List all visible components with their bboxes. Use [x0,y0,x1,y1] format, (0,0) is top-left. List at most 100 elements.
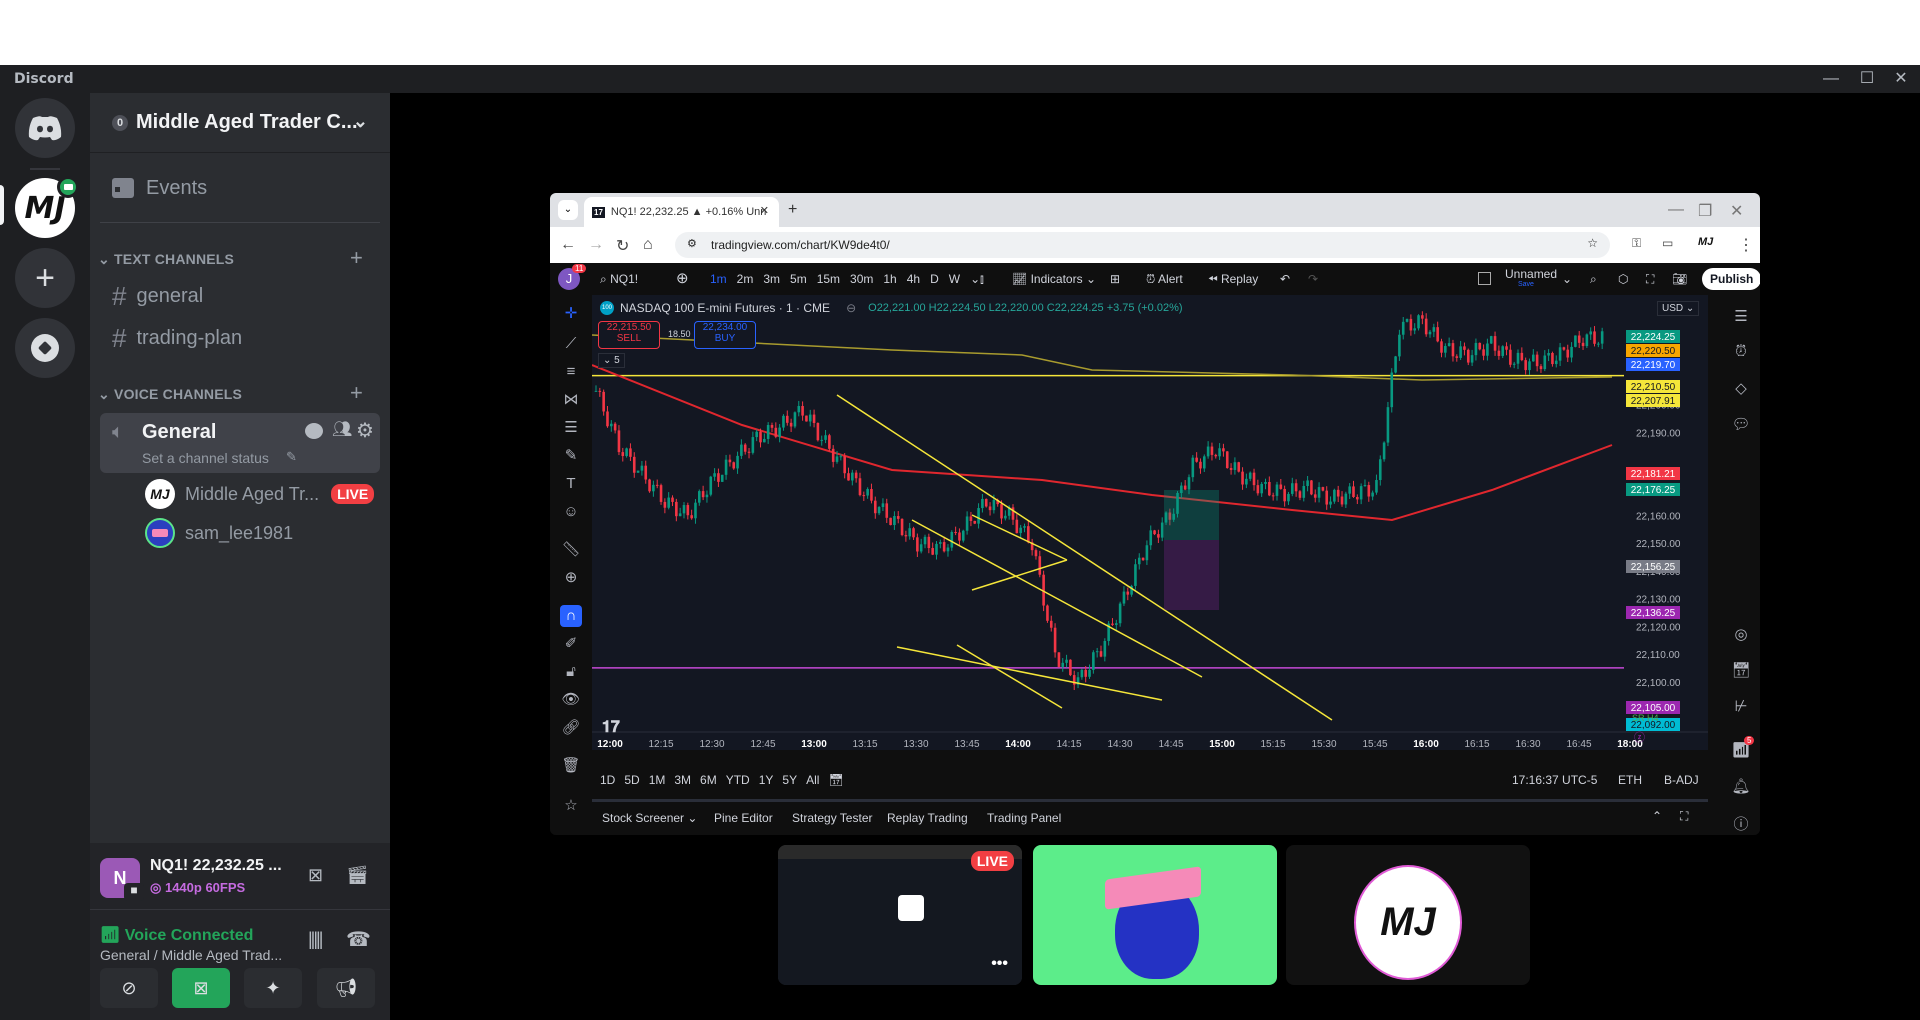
layout-checkbox[interactable] [1478,272,1491,285]
soundboard-button[interactable]: 📢︎ [317,968,375,1008]
alarm-clock-icon[interactable]: ⏰︎ [1730,343,1752,365]
interval-w[interactable]: W [949,272,960,286]
clapperboard-icon[interactable]: 🎬︎ [346,865,369,886]
new-tab-icon[interactable]: + [788,201,797,219]
tab-stock-screener[interactable]: Stock Screener ⌄ [602,811,697,825]
options-chart-icon[interactable]: ⊬ [1730,697,1752,719]
hide-legend-icon[interactable]: ⊖ [846,301,856,315]
category-voice-channels[interactable]: ⌄ VOICE CHANNELS [98,386,242,403]
events-item[interactable]: Events [100,168,380,208]
lock-icon[interactable]: 🔓︎ [560,661,582,683]
invite-user-icon[interactable]: 👥︎ [332,419,352,439]
channel-status-placeholder[interactable]: Set a channel status [142,450,269,466]
restore-icon[interactable]: ❐ [1698,201,1712,221]
chevron-down-icon[interactable]: ⌄ [970,272,980,286]
participant-tile-mj[interactable]: MJ [1286,845,1530,985]
interval-2m[interactable]: 2m [737,272,754,286]
activities-button[interactable]: ✦ [244,968,302,1008]
range-1y[interactable]: 1Y [759,773,774,787]
reload-icon[interactable]: ↻ [616,236,629,256]
interval-5m[interactable]: 5m [790,272,807,286]
participant-tile-sam[interactable] [1033,845,1277,985]
lightning-icon[interactable]: ⓩ [1634,729,1645,745]
session-label[interactable]: ETH [1618,773,1642,787]
clock-readout[interactable]: 17:16:37 UTC-5 [1512,773,1597,787]
browser-tab[interactable]: 17 NQ1! 22,232.25 ▲ +0.16% Unn ✕ [584,197,779,227]
pencil-icon[interactable]: ✎ [286,449,297,465]
forecast-icon[interactable]: ☰ [560,417,582,439]
range-6m[interactable]: 6M [700,773,717,787]
interval-d[interactable]: D [930,272,939,286]
add-server-button[interactable]: + [15,248,75,308]
trendline-icon[interactable]: ⟋ [560,333,582,355]
stream-tile[interactable]: LIVE ••• [778,845,1022,985]
server-header[interactable]: 0 Middle Aged Trader C... ⌄ [90,93,390,153]
create-channel-plus-icon[interactable]: + [350,245,363,271]
camera-off-button[interactable]: ⊘ [100,968,158,1008]
close-window-icon[interactable]: ✕ [1730,201,1743,221]
chat-icon[interactable]: 💬︎ [1730,415,1752,437]
calendar-icon[interactable]: 📅︎ [1730,661,1752,683]
candle-type-icon[interactable]: ⫾ [980,272,984,287]
currency-select[interactable]: USD ⌄ [1657,301,1700,316]
address-bar[interactable]: ⚙ tradingview.com/chart/KW9de4t0/ ☆ [675,232,1610,258]
collapse-panel-icon[interactable]: ⌃ [1652,809,1662,823]
alert-button[interactable]: ⏰︎ Alert [1146,272,1183,287]
more-options-icon[interactable]: ••• [991,955,1008,973]
quick-search-icon[interactable]: ⌕ [1590,272,1597,287]
minimize-icon[interactable]: — [1668,201,1684,219]
interval-1h[interactable]: 1h [883,272,896,286]
tab-replay-trading[interactable]: Replay Trading [887,811,968,825]
close-button[interactable]: ✕ [1890,68,1912,90]
gear-icon[interactable]: ⚙ [356,418,374,443]
adjustment-label[interactable]: B-ADJ [1664,773,1699,787]
layouts-grid-icon[interactable]: ⊞ [1110,272,1120,286]
voice-user[interactable]: sam_lee1981 [145,516,293,550]
bookmark-star-icon[interactable]: ☆ [1587,236,1598,250]
settings-hex-icon[interactable]: ⬡ [1618,272,1628,286]
maximize-panel-icon[interactable]: ⛶ [1680,809,1688,824]
range-5y[interactable]: 5Y [782,773,797,787]
watchlist-icon[interactable]: ☰ [1730,307,1752,329]
voice-user[interactable]: MJ Middle Aged Tr... LIVE [145,477,375,511]
minimize-button[interactable]: — [1820,68,1842,90]
range-1m[interactable]: 1M [649,773,666,787]
password-key-icon[interactable]: ⚿ [1632,236,1641,251]
emoji-icon[interactable]: ☺ [560,501,582,523]
server-middle-aged-trader[interactable]: MJ [15,176,79,238]
fullscreen-icon[interactable]: ⛶ [1646,272,1654,287]
trash-icon[interactable]: 🗑︎ [560,755,582,777]
voice-location[interactable]: General / Middle Aged Trad... [100,947,282,963]
voice-channel-general[interactable]: 🔈︎ General Set a channel status ✎ 👥︎ ⚙ [100,413,380,473]
lock-drawing-icon[interactable]: ✐ [560,633,582,655]
text-icon[interactable]: T [560,473,582,495]
undo-icon[interactable]: ↶ [1280,272,1290,286]
tab-strategy-tester[interactable]: Strategy Tester [792,811,872,825]
range-all[interactable]: All [806,773,819,787]
fib-lines-icon[interactable]: ≡ [560,361,582,383]
range-1d[interactable]: 1D [600,773,615,787]
maximize-button[interactable]: ☐ [1856,68,1878,90]
screen-share-button[interactable]: ⊠ [172,968,230,1008]
create-voice-channel-plus-icon[interactable]: + [350,380,363,406]
buy-button[interactable]: 22,234.00 BUY [694,321,756,349]
help-icon[interactable]: ⓘ [1730,813,1752,835]
chat-bubble-icon[interactable] [305,423,323,439]
publish-button[interactable]: Publish [1702,268,1760,290]
range-ytd[interactable]: YTD [726,773,750,787]
home-icon[interactable]: ⌂ [643,236,653,254]
voice-activity-icon[interactable]: ||||| [308,929,323,950]
profile-icon[interactable]: MJ [1698,236,1713,248]
sell-button[interactable]: 22,215.50 SELL [598,321,660,349]
layers-icon[interactable]: ◇ [1730,379,1752,401]
interval-15m[interactable]: 15m [817,272,840,286]
tab-search-icon[interactable]: ⌄ [558,200,578,220]
discover-button[interactable] [15,318,75,378]
replay-button[interactable]: ⏪︎ Replay [1208,272,1258,287]
goto-date-icon[interactable]: 📅︎ [828,773,843,787]
stop-stream-icon[interactable]: ⊠ [308,865,323,886]
eye-icon[interactable]: 👁︎ [560,689,582,711]
category-text-channels[interactable]: ⌄ TEXT CHANNELS [98,251,234,268]
interval-4h[interactable]: 4h [907,272,920,286]
interval-1m[interactable]: 1m [710,272,727,286]
